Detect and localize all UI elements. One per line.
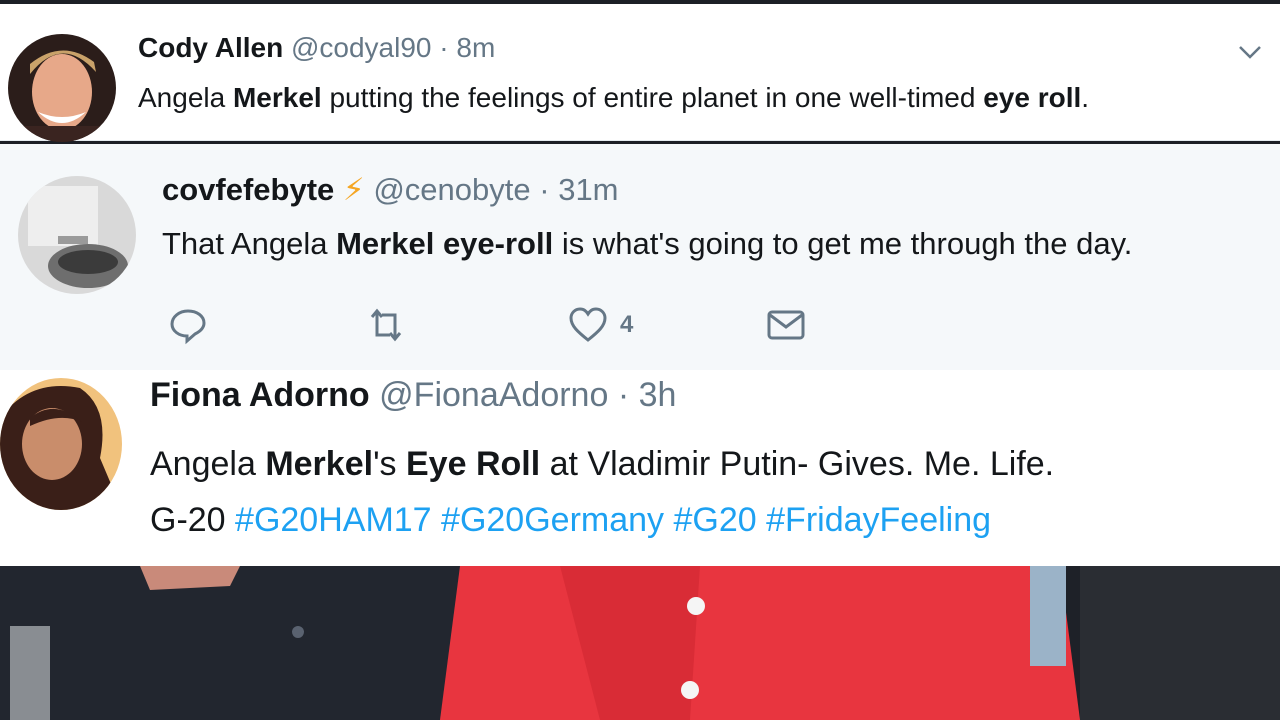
text-segment: putting the feelings of entire planet in… — [321, 82, 984, 113]
display-name[interactable]: covfefebyte — [162, 172, 334, 207]
display-name[interactable]: Cody Allen — [138, 32, 283, 63]
user-handle[interactable]: @cenobyte — [373, 172, 530, 207]
retweet-icon — [370, 308, 402, 342]
like-count: 4 — [620, 311, 634, 338]
tweet-fiona-adorno[interactable]: Fiona Adorno @FionaAdorno · 3h Angela Me… — [0, 370, 1280, 566]
avatar[interactable] — [8, 34, 116, 142]
text-highlight: Merkel — [336, 226, 435, 261]
hashtag-link[interactable]: #G20 — [674, 501, 757, 539]
hashtag-link[interactable]: #G20HAM17 — [235, 501, 432, 539]
tweet-header: Fiona Adorno @FionaAdorno · 3h — [150, 376, 676, 415]
text-highlight: Merkel — [265, 445, 374, 483]
text-segment: is what's going to get me through the da… — [553, 226, 1133, 261]
avatar[interactable] — [18, 176, 136, 294]
like-button[interactable]: 4 — [568, 304, 633, 346]
avatar[interactable] — [0, 378, 122, 510]
text-segment: Angela — [138, 82, 233, 113]
timestamp[interactable]: 3h — [639, 376, 677, 414]
tweet-covfefebyte[interactable]: covfefebyte ⚡ @cenobyte · 31m That Angel… — [0, 144, 1280, 370]
chevron-down-icon[interactable] — [1236, 38, 1264, 66]
video-frame: Cody Allen @codyal90 · 8m Angela Merkel … — [0, 0, 1280, 720]
tweet-cody-allen[interactable]: Cody Allen @codyal90 · 8m Angela Merkel … — [0, 4, 1280, 142]
retweet-button[interactable] — [366, 304, 406, 346]
tweet-text: Angela Merkel putting the feelings of en… — [138, 82, 1089, 114]
separator: · — [439, 32, 449, 63]
timestamp[interactable]: 8m — [456, 32, 495, 63]
text-segment: at Vladimir Putin- Gives. Me. Life. — [540, 445, 1055, 483]
text-highlight: eye-roll — [442, 226, 554, 261]
text-highlight: Eye Roll — [406, 445, 541, 483]
envelope-icon — [767, 310, 805, 340]
user-handle[interactable]: @codyal90 — [291, 32, 432, 63]
text-highlight: eye roll — [983, 82, 1082, 113]
separator: · — [539, 172, 550, 207]
tweet-text: Angela Merkel's Eye Roll at Vladimir Put… — [150, 436, 1250, 548]
reply-icon — [170, 309, 206, 345]
reply-button[interactable] — [168, 304, 208, 346]
lightning-icon: ⚡ — [342, 172, 365, 207]
text-highlight: Merkel — [232, 82, 322, 113]
timestamp[interactable]: 31m — [558, 172, 618, 207]
display-name[interactable]: Fiona Adorno — [150, 376, 370, 414]
tweet-header: covfefebyte ⚡ @cenobyte · 31m — [162, 172, 619, 208]
text-segment: G-20 — [150, 501, 236, 539]
tweet-actions: 4 — [168, 304, 868, 346]
text-segment — [434, 226, 443, 261]
background-photo — [0, 566, 1280, 720]
text-segment: 's — [373, 445, 406, 483]
text-segment: Angela — [150, 445, 266, 483]
text-segment: That Angela — [162, 226, 337, 261]
hashtag-link[interactable]: #G20Germany — [441, 501, 664, 539]
user-handle[interactable]: @FionaAdorno — [379, 376, 608, 414]
separator: · — [617, 376, 630, 414]
heart-icon — [569, 307, 607, 342]
text-segment: . — [1081, 82, 1090, 113]
tweet-text: That Angela Merkel eye-roll is what's go… — [162, 226, 1132, 262]
tweet-header: Cody Allen @codyal90 · 8m — [138, 32, 495, 64]
hashtag-link[interactable]: #FridayFeeling — [766, 501, 991, 539]
direct-message-button[interactable] — [766, 304, 806, 346]
